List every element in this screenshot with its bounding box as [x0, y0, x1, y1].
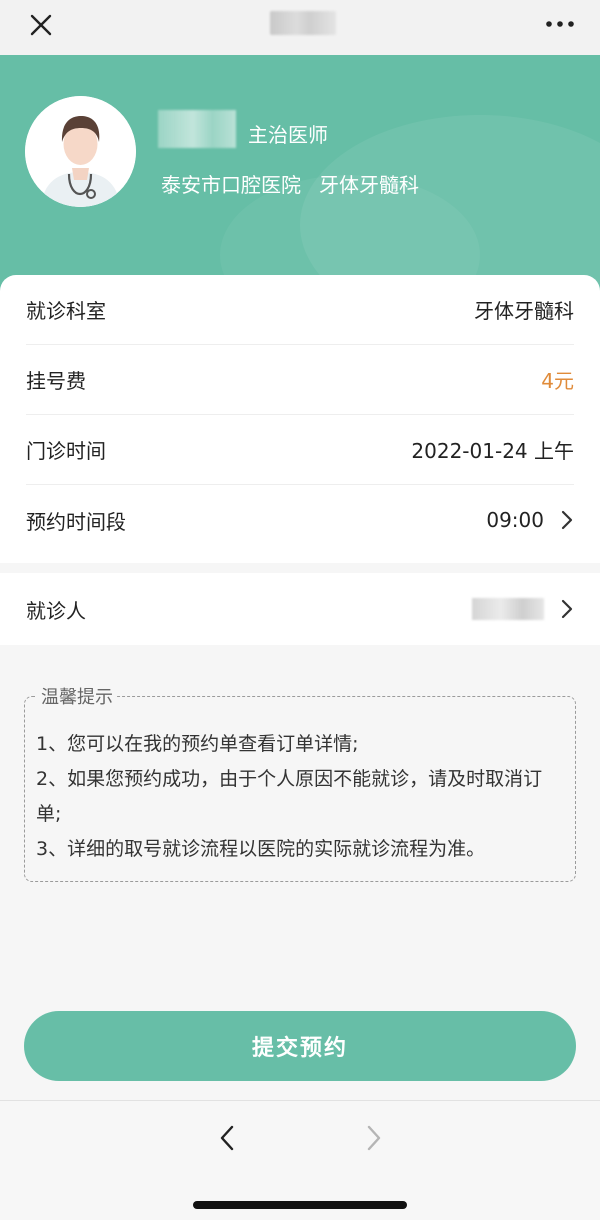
- row-label: 就诊科室: [26, 299, 106, 323]
- hospital-name: 泰安市口腔医院: [161, 173, 301, 197]
- time-slot-value: 09:00: [486, 508, 544, 532]
- row-value: 牙体牙髓科: [474, 299, 574, 323]
- top-nav-bar: [0, 0, 600, 55]
- tips-box: 温馨提示 1、您可以在我的预约单查看订单详情; 2、如果您预约成功，由于个人原因…: [24, 683, 576, 882]
- department-row: 就诊科室 牙体牙髓科: [26, 275, 574, 345]
- clinic-time-row: 门诊时间 2022-01-24 上午: [26, 415, 574, 485]
- browser-bottom-bar: [0, 1100, 600, 1220]
- forward-arrow-icon[interactable]: [360, 1123, 386, 1153]
- chevron-right-icon: [561, 510, 573, 530]
- tip-line: 1、您可以在我的预约单查看订单详情;: [36, 733, 359, 755]
- row-label: 预约时间段: [26, 509, 126, 534]
- time-slot-row[interactable]: 预约时间段 09:00: [26, 485, 574, 555]
- home-indicator: [193, 1201, 407, 1209]
- more-icon[interactable]: [542, 10, 578, 38]
- patient-row[interactable]: 就诊人: [0, 573, 600, 645]
- doctor-title: 主治医师: [248, 123, 328, 147]
- row-value: 2022-01-24 上午: [411, 439, 574, 463]
- chevron-right-icon: [561, 599, 573, 619]
- doctor-name-blurred: [158, 110, 236, 148]
- doctor-avatar: [25, 96, 136, 207]
- patient-name-blurred: [472, 598, 544, 620]
- doctor-avatar-icon: [25, 96, 136, 207]
- tips-title: 温馨提示: [37, 683, 117, 709]
- close-icon[interactable]: [26, 10, 56, 40]
- row-label: 挂号费: [26, 369, 86, 393]
- tip-line: 3、详细的取号就诊流程以医院的实际就诊流程为准。: [36, 838, 486, 860]
- patient-value-wrap: [472, 598, 574, 620]
- submit-appointment-button[interactable]: 提交预约: [24, 1011, 576, 1081]
- appointment-info-card: 就诊科室 牙体牙髓科 挂号费 4元 门诊时间 2022-01-24 上午 预约时…: [0, 275, 600, 563]
- hospital-info: 泰安市口腔医院 牙体牙髓科: [161, 169, 419, 198]
- tip-line: 2、如果您预约成功，由于个人原因不能就诊，请及时取消订单;: [36, 768, 543, 825]
- doctor-header: 主治医师 泰安市口腔医院 牙体牙髓科: [0, 55, 600, 295]
- tips-body: 1、您可以在我的预约单查看订单详情; 2、如果您预约成功，由于个人原因不能就诊，…: [36, 727, 564, 867]
- appointment-page: 主治医师 泰安市口腔医院 牙体牙髓科 就诊科室 牙体牙髓科 挂号费 4元 门诊时间…: [0, 0, 600, 1220]
- page-title-blurred: [270, 11, 336, 35]
- fee-value: 4元: [541, 369, 574, 393]
- row-label: 门诊时间: [26, 439, 106, 463]
- department-name: 牙体牙髓科: [319, 173, 419, 197]
- registration-fee-row: 挂号费 4元: [26, 345, 574, 415]
- time-slot-value-wrap: 09:00: [486, 508, 574, 532]
- patient-label: 就诊人: [26, 598, 86, 623]
- back-arrow-icon[interactable]: [215, 1123, 241, 1153]
